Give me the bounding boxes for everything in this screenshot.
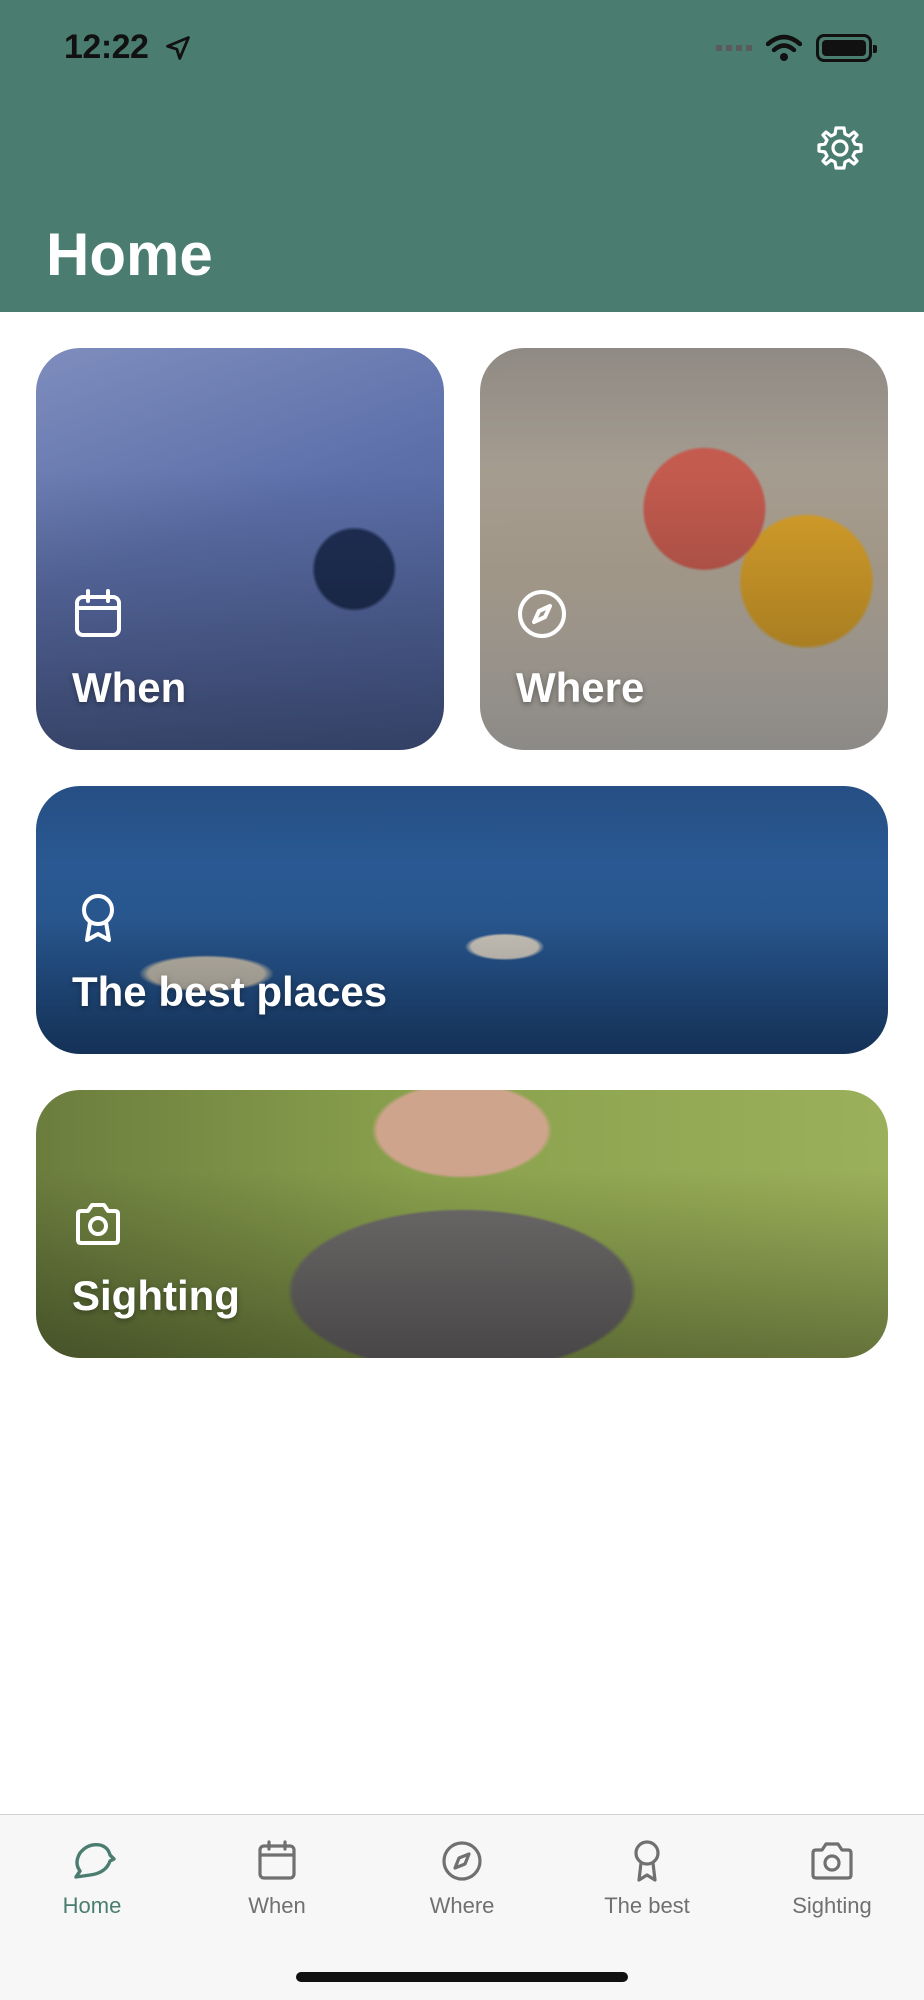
tab-home[interactable]: Home <box>0 1815 184 1945</box>
battery-icon <box>816 34 877 62</box>
card-best-places-label: The best places <box>72 968 388 1015</box>
home-indicator <box>296 1972 628 1982</box>
tab-sighting[interactable]: Sighting <box>740 1815 924 1945</box>
camera-icon <box>811 1842 853 1880</box>
camera-icon <box>76 1203 120 1245</box>
status-time: 12:22 <box>64 28 149 66</box>
tab-when-label: When <box>248 1893 306 1918</box>
award-icon <box>82 894 114 942</box>
header: 12:22 Home <box>0 0 924 312</box>
tab-where[interactable]: Where <box>370 1815 554 1945</box>
compass-icon <box>442 1841 482 1881</box>
card-when-label: When <box>72 664 187 711</box>
card-when[interactable]: When <box>36 348 444 750</box>
award-icon <box>634 1840 660 1882</box>
card-sighting-label: Sighting <box>72 1272 240 1319</box>
card-best-places[interactable]: The best places <box>36 786 888 1054</box>
wifi-icon <box>766 34 802 61</box>
cellular-signal-icon <box>716 45 752 51</box>
chat-bubble-icon <box>74 1842 116 1879</box>
compass-icon <box>518 590 566 638</box>
tab-when[interactable]: When <box>185 1815 369 1945</box>
calendar-icon <box>75 589 121 637</box>
calendar-icon <box>258 1840 296 1880</box>
location-arrow-icon <box>166 36 190 60</box>
tab-sighting-label: Sighting <box>792 1893 872 1918</box>
card-where[interactable]: Where <box>480 348 888 750</box>
tab-home-label: Home <box>62 1893 122 1918</box>
tab-the-best[interactable]: The best <box>555 1815 739 1945</box>
status-indicators <box>716 34 877 62</box>
card-sighting[interactable]: Sighting <box>36 1090 888 1358</box>
page-title: Home <box>46 221 213 288</box>
tab-the-best-label: The best <box>604 1893 690 1918</box>
tab-where-label: Where <box>429 1893 495 1918</box>
card-where-label: Where <box>516 664 645 711</box>
gear-icon[interactable] <box>816 124 864 172</box>
